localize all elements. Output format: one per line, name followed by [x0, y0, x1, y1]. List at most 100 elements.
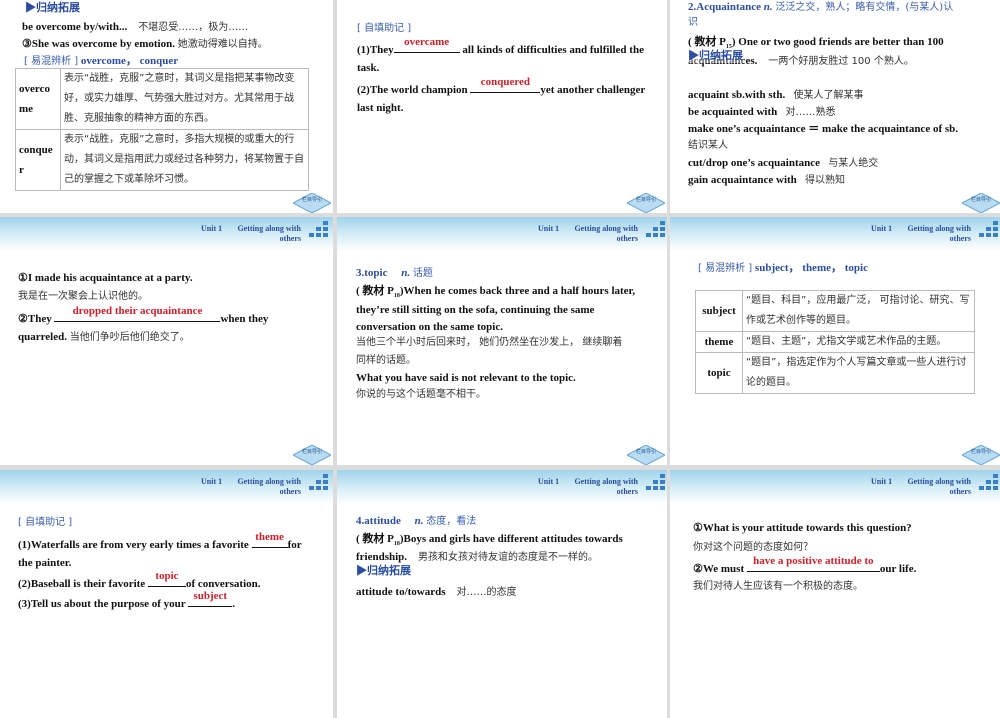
phrase-en: make one’s acquaintance ＝ make the acqua…: [688, 123, 959, 135]
example-2-cont: quarreled. 当他们争吵后他们绝交了。: [18, 330, 190, 345]
slide-header: Unit 1 Getting along with others: [670, 217, 1000, 251]
nav-label: 栏目导引: [301, 449, 322, 455]
table-row: theme “题目、主题”，尤指文学或艺术作品的主题。: [695, 331, 975, 353]
source-en: friendship.: [356, 551, 408, 563]
nav-label: 栏目导引: [635, 197, 656, 203]
unit-title: Getting along with others: [235, 477, 301, 497]
unit-label: Unit 1: [201, 224, 223, 233]
table-desc: 表示“战胜，克服”之意时，多指大规模的或重大的行动，其词义是指用武力或经过各种努…: [60, 129, 309, 191]
unit-title: Getting along with others: [905, 477, 971, 497]
nav-label: 栏目导引: [970, 449, 991, 455]
table-desc: “题目”，指选定作为个人写篇文章或一些人进行讨论的题目。: [742, 352, 975, 394]
unit-label: Unit 1: [871, 477, 893, 486]
nav-guide-button[interactable]: 栏目导引: [291, 192, 333, 213]
source-cn: 当他三个半小时后回来时， 她们仍然坐在沙发上， 继续聊着: [356, 337, 623, 348]
table-desc: “题目、主题”，尤指文学或艺术作品的主题。: [742, 331, 975, 353]
pos: n.: [763, 1, 773, 13]
answer-text: theme: [255, 531, 284, 543]
question-1-cont: the painter.: [18, 557, 72, 569]
compare-table: subject “题目、科目”，应用最广泛， 可指讨论、研究、写作或艺术创作等的题…: [695, 290, 975, 394]
unit-title-line: others: [616, 487, 638, 496]
q-text: yet another challenger: [540, 84, 646, 96]
source-en: )Boys and girls have different attitudes…: [399, 533, 623, 545]
table-word: conquer: [15, 129, 61, 191]
unit-label: Unit 1: [538, 477, 560, 486]
unit-title-line: others: [616, 234, 638, 243]
example-line: ③She was overcome by emotion. 她激动得难以自持。: [22, 37, 268, 52]
meaning: 态度，看法: [426, 516, 477, 527]
phrase-line: cut/drop one’s acquaintance 与某人绝交: [688, 156, 878, 171]
answer-blank: have a positive attitude to: [746, 555, 880, 572]
nav-guide-button[interactable]: 栏目导引: [291, 444, 333, 465]
nav-guide-button[interactable]: 栏目导引: [625, 192, 667, 213]
slide-attitude-examples: Unit 1 Getting along with others ①What is …: [670, 470, 1000, 718]
phrase-cn: 对……熟悉: [785, 107, 836, 118]
compare-words: subject， theme， topic: [754, 262, 868, 274]
pos: n.: [414, 515, 424, 527]
phrase-en: acquaint sb.with sth.: [688, 89, 786, 101]
phrase-cn: 与某人绝交: [828, 158, 879, 169]
source-cn: 一两个好朋友胜过 100 个熟人。: [768, 56, 914, 67]
phrase-line: acquaint sb.with sth. 使某人了解某事: [688, 88, 863, 103]
slide-attitude: Unit 1 Getting along with others 4.attitud…: [337, 470, 667, 718]
compare-table: overcome 表示“战胜，克服”之意时，其词义是指把某事物改变好，或实力雄厚、…: [15, 68, 309, 191]
section-heading: ▶归纳拓展: [688, 49, 743, 63]
source-sentence: ( 教材 P18)Boys and girls have different a…: [356, 532, 623, 551]
table-word: overcome: [15, 68, 61, 130]
phrase-cn: 得以熟知: [805, 175, 846, 186]
slide-header: Unit 1 Getting along with others: [670, 470, 1000, 504]
q-text: (1)They: [357, 44, 394, 56]
answer-text: subject: [193, 590, 228, 602]
answer-text: have a positive attitude to: [753, 555, 874, 567]
slide-header: Unit 1 Getting along with others: [0, 470, 333, 504]
answer-blank: theme: [251, 531, 288, 548]
example-en: ①What is your attitude towards this ques…: [693, 522, 912, 534]
source-cont: friendship. 男孩和女孩对待友谊的态度是不一样的。: [356, 550, 598, 565]
squares-logo-icon: [309, 474, 329, 492]
question-1-cont: task.: [357, 62, 380, 74]
answer-text: dropped their acquaintance: [72, 305, 203, 317]
example-en: ③She was overcome by emotion.: [22, 38, 175, 50]
example-cn: 她激动得难以自持。: [177, 39, 268, 50]
phrase-en: be overcome by/with...: [22, 21, 128, 33]
source-ref: ( 教材 P: [688, 36, 726, 48]
squares-logo-icon: [646, 221, 666, 239]
source-en: ) One or two good friends are better tha…: [731, 36, 944, 48]
unit-label: Unit 1: [538, 224, 560, 233]
word-entry: 4.attitude n. 态度，看法: [356, 514, 476, 529]
q-text: (2)Baseball is their favorite: [18, 578, 148, 590]
table-row: overcome 表示“战胜，克服”之意时，其词义是指把某事物改变好，或实力雄厚、…: [15, 68, 309, 130]
nav-guide-button[interactable]: 栏目导引: [960, 192, 1000, 213]
answer-text: overcame: [404, 36, 450, 48]
source-ref: ( 教材 P: [356, 533, 394, 545]
example-en: What you have said is not relevant to th…: [356, 372, 576, 384]
squares-logo-icon: [979, 221, 999, 239]
question-2-cont: last night.: [357, 102, 404, 114]
q-text: quarreled.: [18, 331, 67, 343]
table-row: conquer 表示“战胜，克服”之意时，多指大规模的或重大的行动，其词义是指用武…: [15, 129, 309, 191]
table-desc: 表示“战胜，克服”之意时，其词义是指把某事物改变好，或实力雄厚、气势强大胜过对方…: [60, 68, 309, 130]
squares-logo-icon: [309, 221, 329, 239]
slide-acquaintance: 2.Acquaintance n. 泛泛之交，熟人；略有交情，(与某人)认 识 …: [670, 0, 1000, 213]
unit-title-line: others: [279, 234, 301, 243]
unit-title: Getting along with others: [572, 477, 638, 497]
nav-guide-button[interactable]: 栏目导引: [625, 444, 667, 465]
compare-tag: [ 易混辨析 ]: [698, 263, 753, 274]
nav-label: 栏目导引: [301, 197, 322, 203]
example-cn: 当他们争吵后他们绝交了。: [69, 332, 190, 343]
unit-title: Getting along with others: [235, 224, 301, 244]
phrase-line: be acquainted with 对……熟悉: [688, 105, 836, 120]
section-heading: ▶归纳拓展: [356, 565, 411, 577]
q-text: for: [287, 539, 302, 551]
phrase-en: be acquainted with: [688, 106, 778, 118]
example-cn: 我是在一次聚会上认识他的。: [18, 291, 148, 302]
compare-words: overcome， conquer: [80, 55, 179, 67]
phrase-cn: 结识某人: [688, 140, 728, 151]
nav-label: 栏目导引: [970, 197, 991, 203]
nav-guide-button[interactable]: 栏目导引: [960, 444, 1000, 465]
phrase-cn: 不堪忍受……，极为……: [138, 22, 249, 33]
unit-title-line: others: [949, 234, 971, 243]
unit-label: Unit 1: [201, 477, 223, 486]
fill-tag: [ 自填助记 ]: [18, 517, 73, 528]
source-en: conversation on the same topic.: [356, 321, 503, 333]
